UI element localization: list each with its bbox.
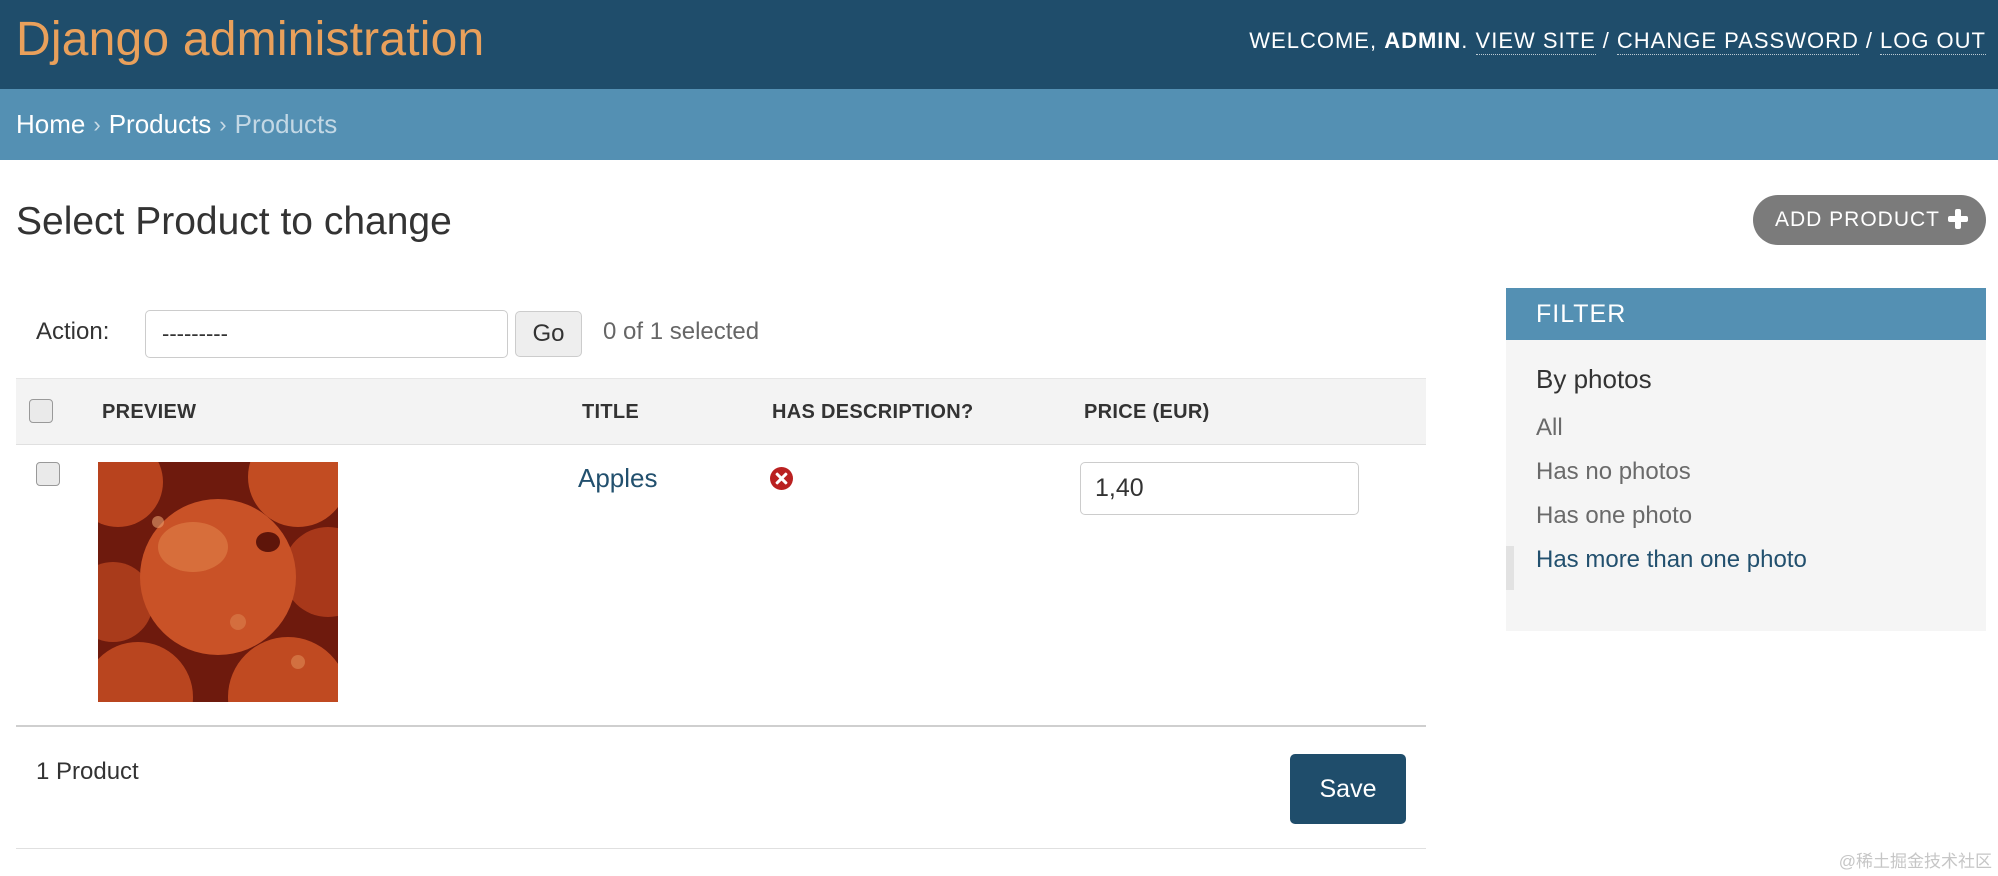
add-product-button[interactable]: ADD PRODUCT <box>1753 195 1986 245</box>
column-header-preview: PREVIEW <box>102 401 197 423</box>
page-title: Select Product to change <box>16 200 452 243</box>
selected-marker <box>1506 546 1514 590</box>
breadcrumb-current: Products <box>234 109 338 139</box>
change-password-link[interactable]: CHANGE PASSWORD <box>1616 28 1859 55</box>
paginator-count: 1 Product <box>36 758 139 785</box>
plus-icon <box>1946 207 1970 231</box>
column-header-has-description[interactable]: HAS DESCRIPTION? <box>772 401 973 424</box>
false-icon <box>770 467 793 490</box>
filter-item-all[interactable]: All <box>1536 414 1563 442</box>
column-header-price[interactable]: PRICE (EUR) <box>1084 401 1210 424</box>
breadcrumb-app[interactable]: Products <box>109 109 212 140</box>
site-branding[interactable]: Django administration <box>16 12 484 67</box>
add-product-label: ADD PRODUCT <box>1775 208 1941 231</box>
product-preview-image <box>98 462 338 702</box>
watermark: @稀土掘金技术社区 <box>1838 852 1992 871</box>
selected-count: 0 of 1 selected <box>603 318 760 345</box>
filter-item-one-photo[interactable]: Has one photo <box>1536 502 1692 530</box>
breadcrumb-home[interactable]: Home <box>16 109 85 140</box>
filter-subheading: By photos <box>1536 364 1652 394</box>
filter-panel: FILTER By photos All Has no photos Has o… <box>1506 288 1986 631</box>
select-all-checkbox[interactable] <box>29 399 53 423</box>
table-header: PREVIEW TITLE HAS DESCRIPTION? PRICE (EU… <box>16 378 1426 445</box>
action-select[interactable]: --------- <box>145 310 508 358</box>
separator: / <box>1865 28 1873 53</box>
save-button[interactable]: Save <box>1290 754 1406 824</box>
go-button[interactable]: Go <box>515 311 582 357</box>
breadcrumb-separator: › <box>219 111 227 137</box>
divider <box>16 848 1426 849</box>
product-title-link[interactable]: Apples <box>578 463 658 494</box>
filter-item-more-than-one-photo[interactable]: Has more than one photo <box>1536 546 1807 574</box>
separator: / <box>1602 28 1610 53</box>
welcome-text: WELCOME, <box>1249 28 1378 53</box>
action-label: Action: <box>36 318 110 345</box>
breadcrumb: Home › Products › Products <box>0 89 1998 160</box>
user-tools: WELCOME, ADMIN. VIEW SITE / CHANGE PASSW… <box>1249 28 1986 55</box>
filter-item-no-photos[interactable]: Has no photos <box>1536 458 1691 486</box>
log-out-link[interactable]: LOG OUT <box>1879 28 1986 55</box>
filter-heading: FILTER <box>1506 288 1986 340</box>
username: ADMIN <box>1384 28 1462 53</box>
price-input[interactable]: 1,40 <box>1080 462 1359 515</box>
table-row: Apples 1,40 <box>16 445 1426 727</box>
apples-photo <box>98 462 338 702</box>
header: Django administration WELCOME, ADMIN. VI… <box>0 0 1998 89</box>
view-site-link[interactable]: VIEW SITE <box>1475 28 1596 55</box>
breadcrumb-separator: › <box>93 111 101 137</box>
column-header-title[interactable]: TITLE <box>582 401 639 424</box>
row-checkbox[interactable] <box>36 462 60 486</box>
